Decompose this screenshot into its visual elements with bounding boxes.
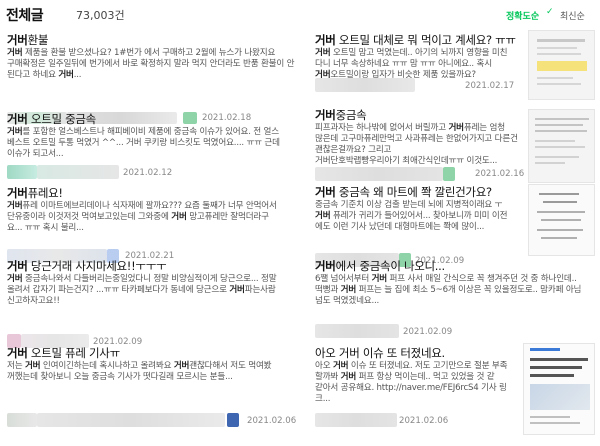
post-date: 2021.02.09 <box>403 327 453 337</box>
post-title[interactable]: 거버 오트밀 퓨레 기사ㅠ <box>7 345 120 361</box>
post-thumbnail[interactable] <box>528 109 595 183</box>
cafe-name-blurred <box>7 413 239 427</box>
post-item[interactable]: 거버 당근거래 사지마세요!!ㅜㅜㅜ 거버 중금속나와서 다들버리는중일었다니 … <box>7 258 297 348</box>
post-thumbnail[interactable] <box>528 184 595 256</box>
post-title[interactable]: 거버 오트밀 중금속 <box>7 111 96 127</box>
post-title[interactable]: 거버환불 <box>7 32 48 48</box>
post-date: 2021.02.17 <box>465 81 515 91</box>
post-title[interactable]: 거버중금속 <box>315 107 367 123</box>
post-title[interactable]: 아오 거버 이슈 또 터졌네요. <box>315 345 445 361</box>
post-snippet: 거버 오트밀 맘고 먹였는데.. 아기의 뇌까지 영향을 미친 다니 너무 속상… <box>315 48 508 80</box>
post-snippet: 6쨀 넘어서부터 거버 퍼프 사서 매일 간식으로 꼭 챙겨주던 것 중 하나인… <box>315 274 582 306</box>
page-title: 전체글 <box>6 8 44 24</box>
post-title[interactable]: 거버 오트밀 대체로 뭐 먹이고 계세요? ㅠㅠ <box>315 32 516 48</box>
post-item[interactable]: 거버 오트밀 퓨레 기사ㅠ 저는 거버 인여이긴하는데 혹시나하고 올려봐요 거… <box>7 345 297 435</box>
post-date: 2021.02.06 <box>247 416 297 426</box>
result-count: 73,003건 <box>76 9 125 22</box>
sort-accuracy-button[interactable]: 정확도순 <box>506 9 539 22</box>
post-date: 2021.02.12 <box>123 168 173 178</box>
post-title[interactable]: 거버 중금속 왜 마트에 쫙 깔린건가요? <box>315 184 492 200</box>
post-date: 2021.02.16 <box>475 169 525 179</box>
post-snippet: 저는 거버 인여이긴하는데 혹시나하고 올려봐요 거버괜찮다해서 저도 먹여봤 … <box>7 361 272 382</box>
cafe-name-blurred <box>315 78 415 92</box>
post-thumbnail[interactable] <box>528 30 595 100</box>
cafe-name-blurred <box>315 167 455 181</box>
cafe-name-blurred <box>7 165 119 179</box>
results-header: 전체글 73,003건 정확도순 ✓ 최신순 <box>0 0 600 26</box>
post-item[interactable]: 거버환불 거버 제품을 환불 받으셨나요? 1#번가 에서 구매하고 2월에 뉴… <box>7 32 297 124</box>
post-snippet: 거버 중금속나와서 다들버리는중일었다니 정말 비양심적이게 당근으로... 정… <box>7 274 277 306</box>
post-item[interactable]: 거버에서 중금속이 나오니... 6쨀 넘어서부터 거버 퍼프 사서 매일 간식… <box>315 258 595 348</box>
post-item[interactable]: 아오 거버 이슈 또 터졌네요. 아오 거버 이슈 또 터졌네요. 저도 고기만… <box>315 343 595 443</box>
cafe-name-blurred <box>315 413 397 427</box>
cafe-name-blurred <box>315 324 399 338</box>
post-title[interactable]: 거버퓨레요! <box>7 185 63 201</box>
post-snippet: 거버퓨레 이마트에브리데이나 식자재에 팔까요??? 요즘 둘째가 너무 안먹어… <box>7 201 277 233</box>
post-title[interactable]: 거버에서 중금속이 나오니... <box>315 258 445 274</box>
post-snippet: 중금속 기준치 이상 검출 받는데 뇌에 지병적이래요 ㅜ 거버 퓨레가 귀리가… <box>315 200 508 232</box>
post-snippet: 거버를 포함한 얼스베스트나 해피베이비 제품에 중금속 이슈가 있어요. 전 … <box>7 127 280 159</box>
post-snippet: 거버 제품을 환불 받으셨나요? 1#번가 에서 구매하고 2월에 뉴스가 나왔… <box>7 48 295 80</box>
post-title[interactable]: 거버 당근거래 사지마세요!!ㅜㅜㅜ <box>7 258 167 274</box>
post-snippet: 아오 거버 이슈 또 터졌네요. 저도 고기만으로 절분 부족 할까봐 거버 퍼… <box>315 361 508 404</box>
sort-latest-button[interactable]: 최신순 <box>560 9 585 22</box>
check-icon: ✓ <box>546 7 554 17</box>
post-thumbnail[interactable] <box>523 343 595 435</box>
post-date: 2021.02.06 <box>399 416 449 426</box>
post-snippet: 피프과자는 하나밖에 없어서 버릴까고 거버퓨레는 엄청 많은데 고구마퓨레만먹… <box>315 123 518 166</box>
